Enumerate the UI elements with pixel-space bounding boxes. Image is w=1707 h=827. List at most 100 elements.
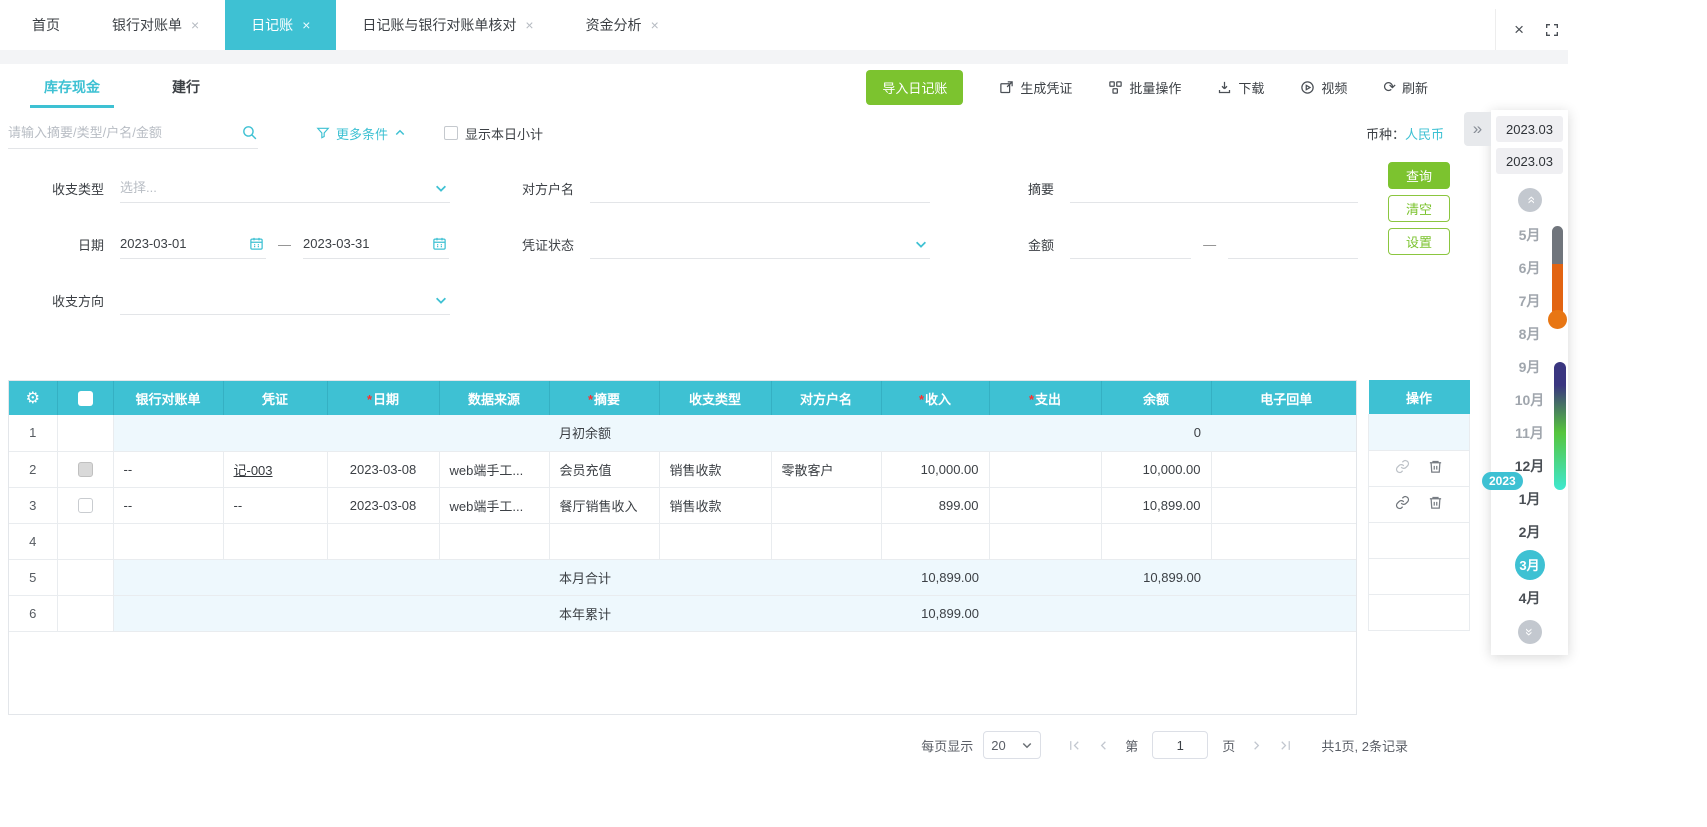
- period-display: 2023.03: [1496, 116, 1563, 142]
- import-journal-button[interactable]: 导入日记账: [866, 69, 964, 105]
- close-icon[interactable]: ×: [1514, 20, 1524, 40]
- daily-subtotal-checkbox[interactable]: [444, 126, 459, 140]
- account-tab-ccb[interactable]: 建行: [136, 64, 236, 110]
- page-suffix: 页: [1222, 738, 1236, 754]
- settings-button[interactable]: 设置: [1388, 228, 1450, 255]
- row-checkbox[interactable]: [77, 498, 93, 514]
- tab-journal-bank-check[interactable]: 日记账与银行对账单核对 ×: [336, 0, 559, 50]
- page-number-input[interactable]: [1152, 731, 1209, 759]
- voucher-status-input[interactable]: [590, 236, 930, 251]
- date-from-input[interactable]: [120, 236, 266, 251]
- calendar-icon[interactable]: [249, 236, 264, 251]
- voucher-link[interactable]: 记-003: [234, 463, 273, 478]
- page-nav: 第 页: [1067, 731, 1293, 759]
- amount-min-field: [1070, 229, 1192, 259]
- close-tab-icon[interactable]: ×: [651, 17, 659, 33]
- table-row: 6 本年累计 10,899.00: [9, 595, 1356, 632]
- table-row: 1 月初余额 0: [9, 415, 1356, 452]
- record-count: 共1页, 2条记录: [1321, 738, 1408, 754]
- year-badge: 2023: [1482, 472, 1523, 490]
- link-icon[interactable]: [1395, 495, 1410, 510]
- panel-collapse-button[interactable]: »: [1464, 112, 1491, 146]
- fullscreen-icon[interactable]: [1544, 22, 1560, 38]
- counterparty-filter-input[interactable]: [590, 180, 930, 195]
- generate-voucher-button[interactable]: 生成凭证: [999, 78, 1072, 97]
- main-content: 库存现金 建行 导入日记账 生成凭证 批量操作 下载 视频 ⟳ 刷新 请输入摘要…: [8, 64, 1470, 759]
- clear-button[interactable]: 清空: [1388, 195, 1450, 222]
- tab-fund-analysis[interactable]: 资金分析 ×: [560, 0, 685, 50]
- first-page-icon[interactable]: [1067, 738, 1082, 753]
- close-tab-icon[interactable]: ×: [302, 17, 310, 33]
- col-bank-statement: 银行对账单: [113, 381, 224, 415]
- thermometer-orange: [1552, 226, 1563, 316]
- chevron-down-icon: [436, 297, 446, 304]
- journal-table-area: ⚙ 银行对账单 凭证 *日期 数据来源 *摘要 收支类型 对方户名 *收入 *支…: [8, 380, 1470, 715]
- col-source: 数据来源: [439, 381, 550, 415]
- show-daily-subtotal-option[interactable]: 显示本日小计: [444, 124, 543, 143]
- currency-value[interactable]: 人民币: [1405, 127, 1444, 142]
- summary-filter-field: [1070, 173, 1358, 203]
- table-row: 2 -- 记-003 2023-03-08 web端手工... 会员充值 销售收…: [9, 451, 1356, 488]
- tab-home[interactable]: 首页: [6, 0, 86, 50]
- col-type: 收支类型: [659, 381, 772, 415]
- video-button[interactable]: 视频: [1300, 78, 1347, 97]
- table-row: 4: [9, 523, 1356, 560]
- refresh-icon: ⟳: [1383, 78, 1396, 96]
- period-selected[interactable]: 2023.03: [1496, 148, 1563, 174]
- top-tabbar: 首页 银行对账单 × 日记账 × 日记账与银行对账单核对 × 资金分析 × ×: [0, 0, 1568, 50]
- col-counterparty: 对方户名: [771, 381, 882, 415]
- next-page-icon[interactable]: [1249, 738, 1264, 753]
- col-operations: 操作: [1368, 380, 1470, 414]
- search-input[interactable]: [8, 125, 241, 140]
- month-total-income: 10,899.00: [881, 559, 989, 596]
- close-tab-icon[interactable]: ×: [191, 17, 199, 33]
- type-filter-label: 收支类型: [51, 181, 104, 197]
- row-checkbox[interactable]: [77, 462, 93, 478]
- close-tab-icon[interactable]: ×: [525, 17, 533, 33]
- amount-max-field: [1228, 229, 1358, 259]
- delete-icon[interactable]: [1428, 495, 1443, 510]
- date-to-input[interactable]: [303, 236, 449, 251]
- calendar-icon[interactable]: [432, 236, 447, 251]
- month-total-balance: 10,899.00: [1101, 559, 1211, 596]
- per-page-select[interactable]: 20: [983, 731, 1042, 759]
- summary-filter-input[interactable]: [1070, 180, 1358, 195]
- more-conditions-toggle[interactable]: 更多条件: [316, 124, 406, 143]
- link-icon[interactable]: [1395, 459, 1410, 474]
- thermometer-green: [1554, 362, 1566, 490]
- direction-filter-label: 收支方向: [51, 293, 104, 309]
- query-button[interactable]: 查询: [1388, 162, 1450, 189]
- month-item[interactable]: 2月: [1491, 515, 1568, 548]
- app-window: 首页 银行对账单 × 日记账 × 日记账与银行对账单核对 × 资金分析 × × 库存现金…: [0, 0, 1568, 827]
- amount-min-input[interactable]: [1070, 236, 1192, 251]
- type-filter-select[interactable]: [120, 173, 450, 203]
- type-filter-input[interactable]: [120, 180, 450, 195]
- amount-max-input[interactable]: [1228, 236, 1358, 251]
- last-page-icon[interactable]: [1278, 738, 1293, 753]
- direction-select[interactable]: [120, 285, 450, 315]
- col-expense: *支出: [989, 381, 1102, 415]
- tab-journal[interactable]: 日记账 ×: [225, 0, 337, 50]
- voucher-status-select[interactable]: [590, 229, 930, 259]
- chevron-down-icon: [436, 185, 446, 192]
- column-settings-gear-icon[interactable]: ⚙: [26, 390, 40, 407]
- tab-bank-statement[interactable]: 银行对账单 ×: [86, 0, 225, 50]
- scroll-months-down-icon[interactable]: »: [1517, 620, 1542, 644]
- batch-operations-button[interactable]: 批量操作: [1108, 78, 1181, 97]
- search-icon[interactable]: [241, 124, 258, 141]
- delete-icon[interactable]: [1428, 459, 1443, 474]
- direction-input[interactable]: [120, 292, 450, 307]
- col-summary: *摘要: [549, 381, 660, 415]
- toolbar: 导入日记账 生成凭证 批量操作 下载 视频 ⟳ 刷新: [866, 69, 1470, 105]
- account-tab-cash[interactable]: 库存现金: [8, 64, 136, 110]
- scroll-months-up-icon[interactable]: »: [1517, 188, 1542, 212]
- download-button[interactable]: 下载: [1217, 78, 1264, 97]
- month-item-selected[interactable]: 3月: [1491, 548, 1568, 581]
- select-all-checkbox[interactable]: [77, 391, 93, 407]
- prev-page-icon[interactable]: [1096, 738, 1111, 753]
- month-item[interactable]: 4月: [1491, 581, 1568, 614]
- window-controls: ×: [1495, 9, 1560, 50]
- counterparty-filter-field: [590, 173, 930, 203]
- refresh-button[interactable]: ⟳ 刷新: [1383, 78, 1428, 97]
- operations-column: 操作: [1368, 380, 1470, 631]
